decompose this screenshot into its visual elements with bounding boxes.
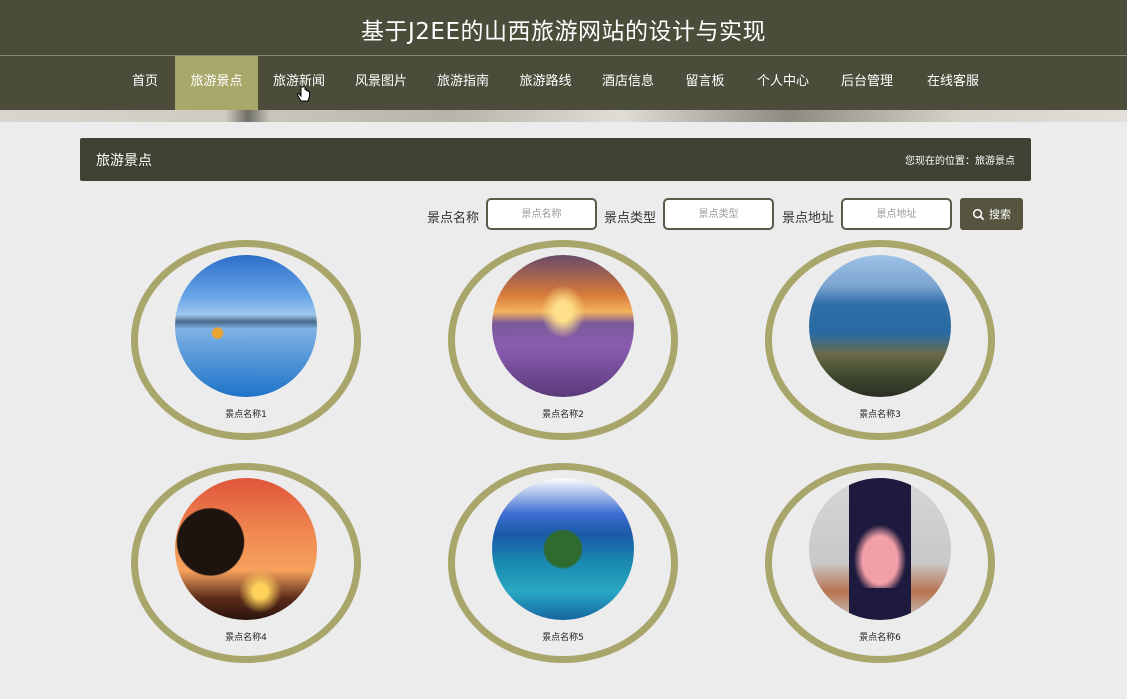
name-input[interactable] [486, 198, 597, 230]
search-button[interactable]: 搜索 [960, 198, 1023, 230]
address-label: 景点地址 [782, 211, 835, 226]
section-title: 旅游景点 [96, 153, 152, 169]
banner-strip [0, 110, 1127, 122]
nav-item-messages[interactable]: 留言板 [669, 56, 741, 110]
type-input[interactable] [663, 198, 774, 230]
nav-item-support[interactable]: 在线客服 [909, 56, 997, 110]
type-label: 景点类型 [604, 211, 657, 226]
spot-card[interactable]: 景点名称6 [765, 463, 995, 663]
spot-card[interactable]: 景点名称1 [131, 240, 361, 440]
spot-name[interactable]: 景点名称3 [765, 407, 995, 420]
spot-name[interactable]: 景点名称1 [131, 407, 361, 420]
spot-photo[interactable] [809, 255, 951, 397]
spot-name[interactable]: 景点名称4 [131, 630, 361, 643]
site-title: 基于J2EE的山西旅游网站的设计与实现 [361, 19, 766, 45]
spot-name[interactable]: 景点名称6 [765, 630, 995, 643]
name-label: 景点名称 [427, 211, 480, 226]
spot-photo[interactable] [809, 478, 951, 620]
address-input[interactable] [841, 198, 952, 230]
top-header: 基于J2EE的山西旅游网站的设计与实现 [0, 0, 1127, 56]
spot-photo[interactable] [492, 255, 634, 397]
nav-item-profile[interactable]: 个人中心 [741, 56, 825, 110]
spot-photo[interactable] [175, 255, 317, 397]
spot-name[interactable]: 景点名称2 [448, 407, 678, 420]
spot-card[interactable]: 景点名称5 [448, 463, 678, 663]
nav-item-routes[interactable]: 旅游路线 [504, 56, 587, 110]
nav-item-guide[interactable]: 旅游指南 [422, 56, 504, 110]
nav-item-hotels[interactable]: 酒店信息 [587, 56, 669, 110]
nav-item-admin[interactable]: 后台管理 [825, 56, 909, 110]
spot-photo[interactable] [492, 478, 634, 620]
search-icon [972, 208, 985, 220]
nav-item-photos[interactable]: 风景图片 [340, 56, 422, 110]
spot-card[interactable]: 景点名称4 [131, 463, 361, 663]
nav-item-attractions[interactable]: 旅游景点 [175, 56, 258, 110]
spot-photo[interactable] [175, 478, 317, 620]
spot-name[interactable]: 景点名称5 [448, 630, 678, 643]
search-button-label: 搜索 [989, 208, 1011, 221]
hand-cursor-icon [297, 86, 310, 102]
nav-bar: 首页 旅游景点 旅游新闻 风景图片 旅游指南 旅游路线 酒店信息 留言板 个人中… [0, 56, 1127, 110]
spot-card[interactable]: 景点名称2 [448, 240, 678, 440]
breadcrumb: 您现在的位置：旅游景点 [905, 156, 1015, 167]
nav-item-home[interactable]: 首页 [117, 56, 173, 110]
spot-card[interactable]: 景点名称3 [765, 240, 995, 440]
section-header: 旅游景点 您现在的位置：旅游景点 [80, 138, 1031, 181]
